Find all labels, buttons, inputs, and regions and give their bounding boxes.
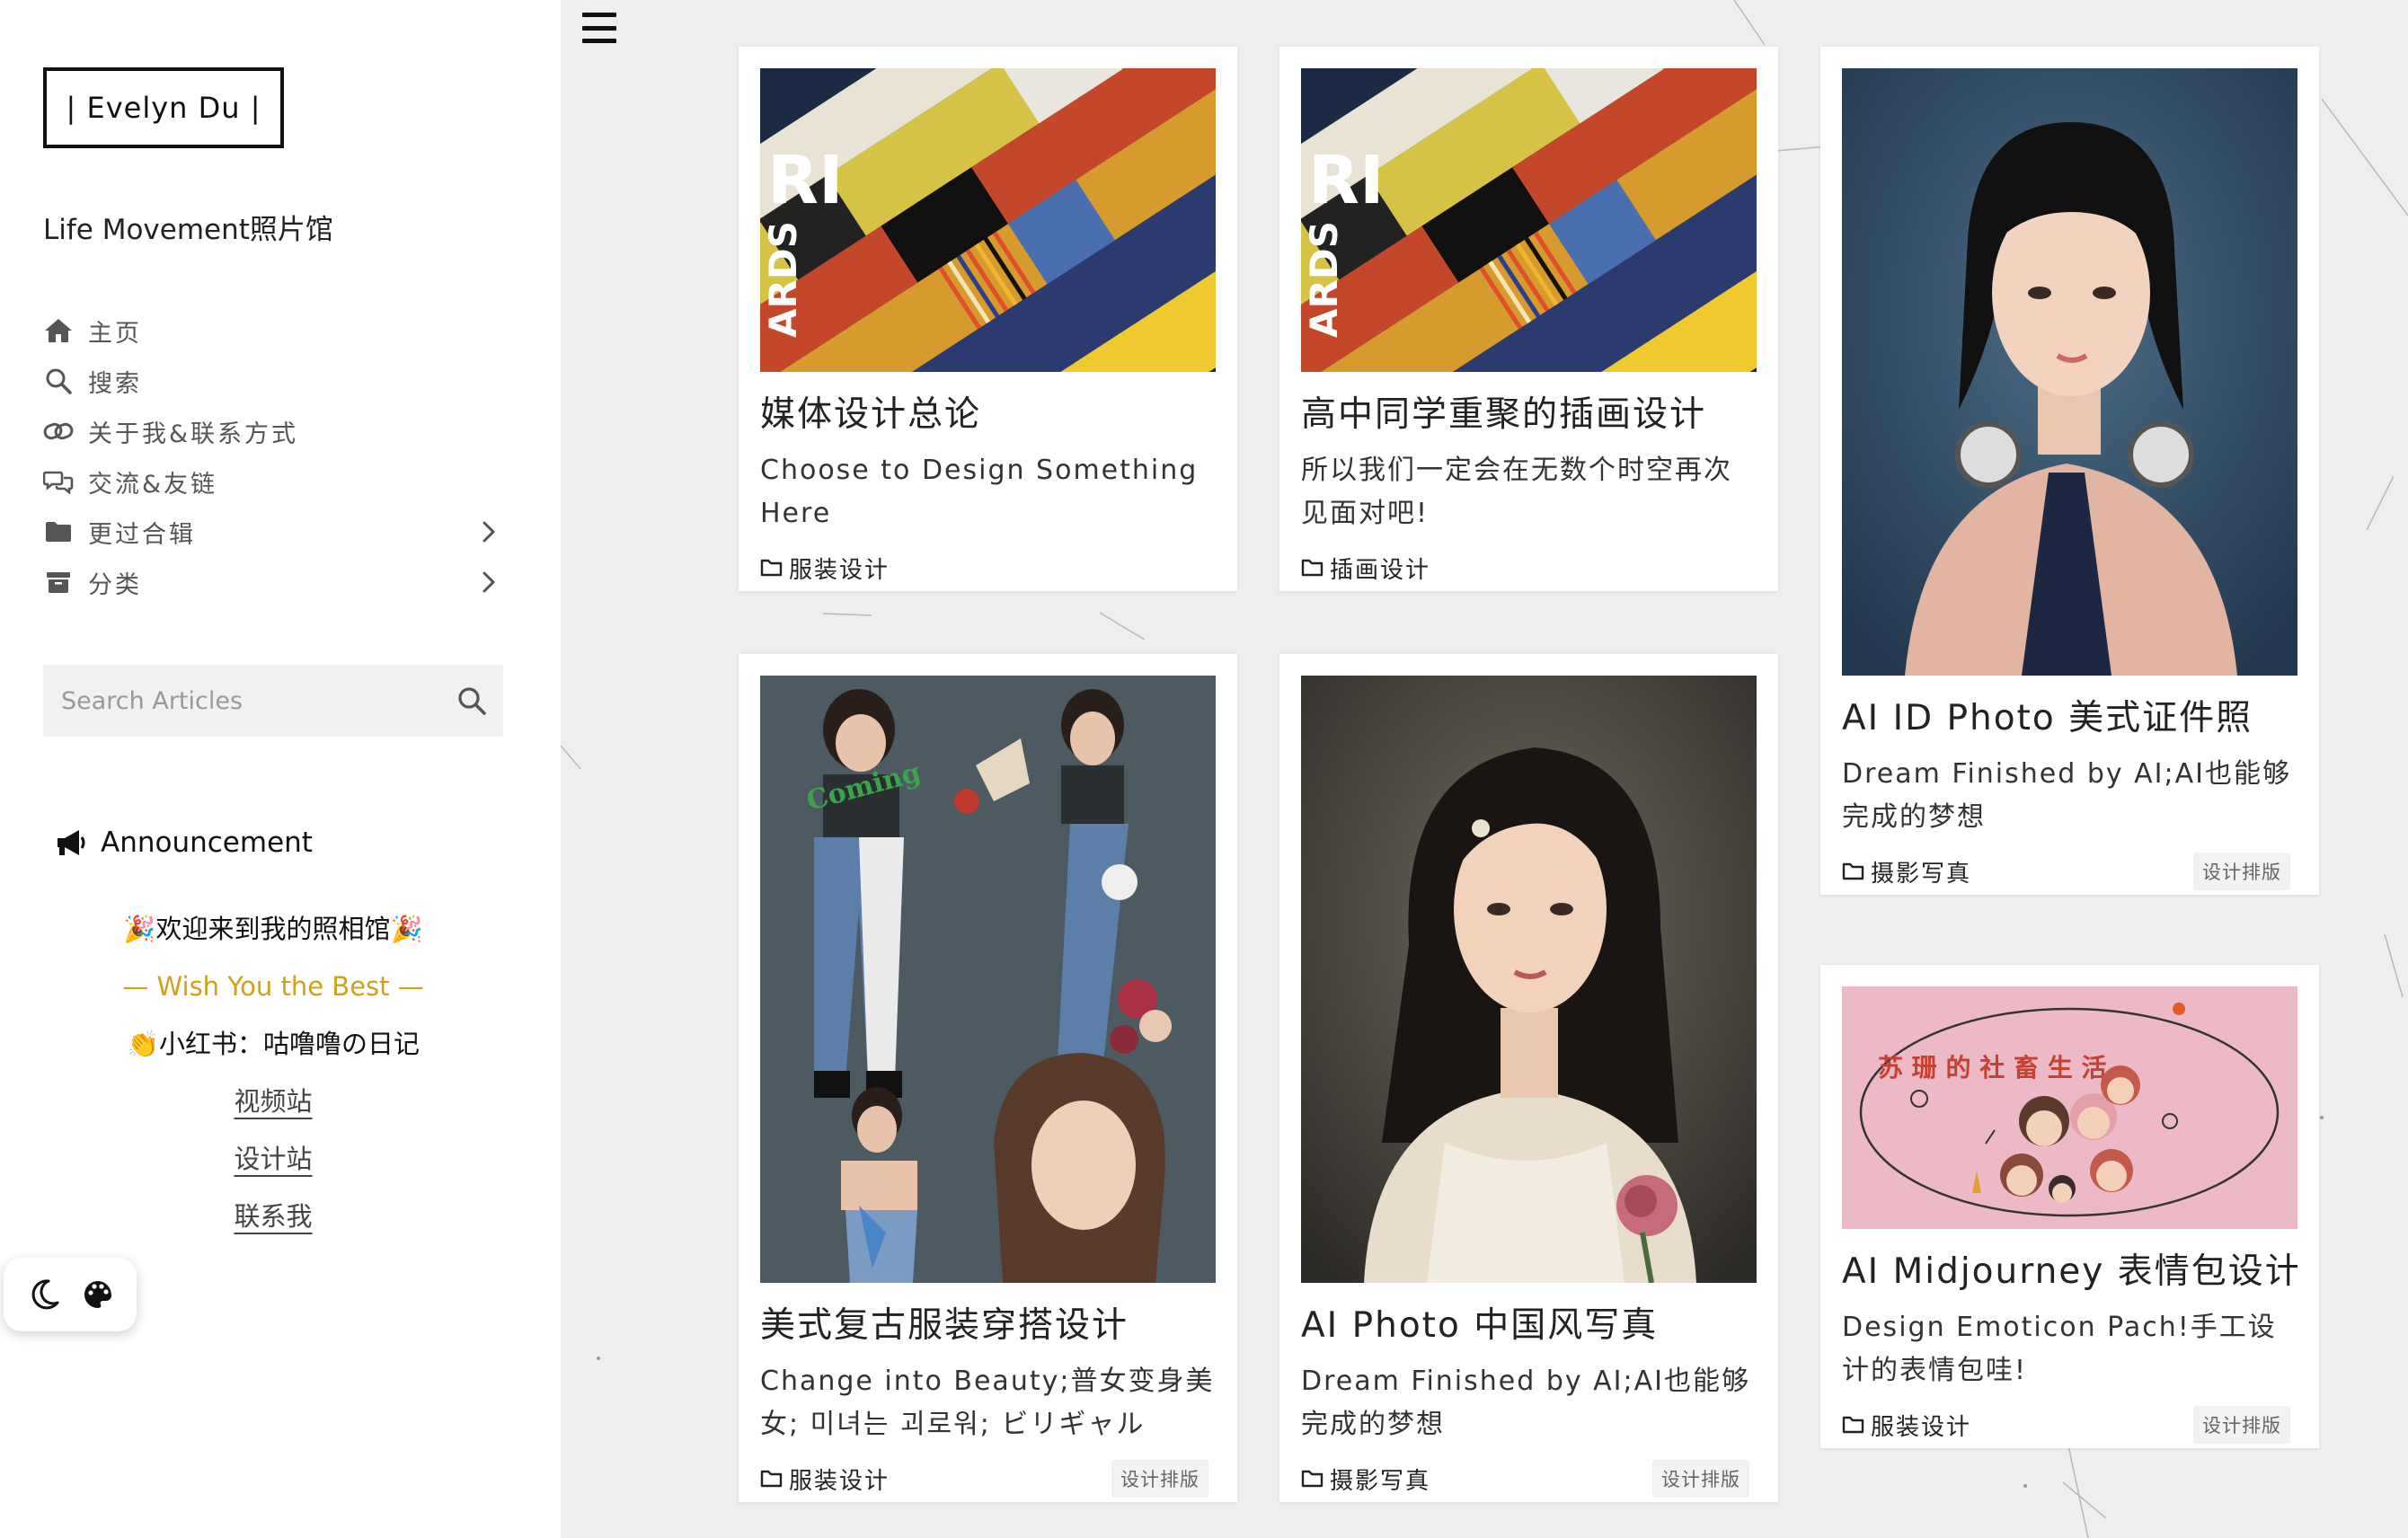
post-card[interactable]: RI ARDS 媒体设计总论 Choose to Design Somethin… <box>739 47 1237 591</box>
post-thumbnail[interactable]: Coming <box>760 676 1216 1283</box>
post-description: Design Emoticon Pach!手工设计的表情包哇! <box>1842 1312 2277 1386</box>
site-subtitle: Life Movement照片馆 <box>43 214 333 246</box>
svg-text:ARDS: ARDS <box>1302 221 1346 338</box>
post-description: Dream Finished by AI;AI也能够完成的梦想 <box>1301 1366 1750 1440</box>
folder-icon <box>1301 558 1324 578</box>
post-footer: 插画设计 <box>1301 544 1757 591</box>
announcement-body: 🎉欢迎来到我的照相馆🎉 — Wish You the Best — 👏小红书：咕… <box>43 900 503 1245</box>
post-thumbnail[interactable]: RI ARDS <box>1301 68 1757 372</box>
menu-item-friends[interactable]: 交流&友链 <box>43 456 501 507</box>
link-icon <box>43 416 74 446</box>
menu-item-collections[interactable]: 更过合辑 <box>43 507 501 557</box>
post-card[interactable]: AI ID Photo 美式证件照 Dream Finished by AI;A… <box>1820 47 2319 895</box>
category-label: 服装设计 <box>789 1467 890 1495</box>
folder-icon <box>760 558 783 578</box>
post-card[interactable]: RI ARDS 高中同学重聚的插画设计 所以我们一定会在无数个时空再次见面对吧!… <box>1279 47 1778 591</box>
announcement-welcome: 🎉欢迎来到我的照相馆🎉 <box>123 914 423 944</box>
post-category[interactable]: 插画设计 <box>1301 552 1430 585</box>
menu-label: 更过合辑 <box>88 520 196 549</box>
menu-toggle-button[interactable] <box>582 13 616 43</box>
menu-label: 交流&友链 <box>88 470 218 499</box>
folder-icon <box>760 1469 783 1489</box>
search-box <box>43 665 503 737</box>
post-footer: 服装设计 设计排版 <box>1842 1401 2297 1448</box>
chevron-right-icon[interactable] <box>476 519 501 544</box>
menu-item-categories[interactable]: 分类 <box>43 557 501 607</box>
megaphone-icon <box>56 828 88 857</box>
post-title[interactable]: AI Photo 中国风写真 <box>1301 1301 1757 1351</box>
site-logo[interactable]: | Evelyn Du | <box>43 67 284 148</box>
menu-item-about[interactable]: 关于我&联系方式 <box>43 406 501 456</box>
folder-icon <box>1842 1415 1865 1435</box>
post-title[interactable]: AI ID Photo 美式证件照 <box>1842 694 2297 744</box>
category-label: 插画设计 <box>1330 556 1431 584</box>
post-thumbnail[interactable] <box>1301 676 1757 1283</box>
post-tag[interactable]: 设计排版 <box>1652 1460 1749 1498</box>
category-label: 摄影写真 <box>1330 1467 1431 1495</box>
doodle-title-text: 苏 珊 的 社 畜 生 活 <box>1878 1053 2107 1083</box>
svg-text:RI: RI <box>1308 142 1385 219</box>
chat-icon <box>43 466 74 497</box>
main-content: RI ARDS 媒体设计总论 Choose to Design Somethin… <box>561 0 2408 1538</box>
palette-icon[interactable] <box>83 1279 113 1310</box>
post-title[interactable]: 高中同学重聚的插画设计 <box>1301 390 1757 440</box>
announcement-header: Announcement <box>56 826 313 859</box>
search-input[interactable] <box>59 685 456 716</box>
chevron-right-icon[interactable] <box>476 570 501 595</box>
post-title[interactable]: AI Midjourney 表情包设计 <box>1842 1247 2297 1297</box>
search-icon <box>43 366 74 396</box>
post-category[interactable]: 服装设计 <box>760 552 890 585</box>
moon-icon[interactable] <box>27 1277 61 1312</box>
post-title[interactable]: 美式复古服装穿搭设计 <box>760 1301 1216 1351</box>
search-icon[interactable] <box>456 685 487 716</box>
post-description: 所以我们一定会在无数个时空再次见面对吧! <box>1301 455 1732 529</box>
svg-text:ARDS: ARDS <box>761 221 805 338</box>
post-card[interactable]: 苏 珊 的 社 畜 生 活 AI Midjourney 表情包设计 Design… <box>1820 965 2319 1448</box>
contact-link[interactable]: 联系我 <box>234 1188 312 1245</box>
menu-label: 搜索 <box>88 369 142 398</box>
category-label: 服装设计 <box>789 556 890 584</box>
menu-label: 主页 <box>88 319 142 348</box>
post-card[interactable]: AI Photo 中国风写真 Dream Finished by AI;AI也能… <box>1279 654 1778 1502</box>
post-thumbnail[interactable]: RI ARDS <box>760 68 1216 372</box>
post-category[interactable]: 服装设计 <box>760 1463 890 1496</box>
announcement-title: Announcement <box>101 826 313 859</box>
announcement-xiaohongshu: 👏小红书：咕噜噜の日记 <box>126 1029 421 1059</box>
post-title[interactable]: 媒体设计总论 <box>760 390 1216 440</box>
post-footer: 摄影写真 设计排版 <box>1301 1455 1757 1502</box>
post-thumbnail[interactable] <box>1842 68 2297 676</box>
video-site-link[interactable]: 视频站 <box>234 1073 312 1130</box>
home-icon <box>43 315 74 346</box>
folder-icon <box>43 517 74 547</box>
post-category[interactable]: 摄影写真 <box>1842 855 1971 888</box>
announcement-wish: — Wish You the Best — <box>122 971 424 1002</box>
post-footer: 服装设计 设计排版 <box>760 1455 1216 1502</box>
post-description: Dream Finished by AI;AI也能够完成的梦想 <box>1842 758 2291 833</box>
menu-item-search[interactable]: 搜索 <box>43 356 501 406</box>
folder-icon <box>1842 862 1865 881</box>
post-footer: 摄影写真 设计排版 <box>1842 848 2297 895</box>
folder-icon <box>1301 1469 1324 1489</box>
design-site-link[interactable]: 设计站 <box>234 1130 312 1188</box>
archive-icon <box>43 567 74 597</box>
menu-label: 分类 <box>88 570 142 599</box>
category-label: 服装设计 <box>1871 1413 1972 1441</box>
post-thumbnail[interactable]: 苏 珊 的 社 畜 生 活 <box>1842 986 2297 1229</box>
post-description: Choose to Design Something Here <box>760 455 1199 529</box>
menu-label: 关于我&联系方式 <box>88 420 299 448</box>
post-card[interactable]: Coming 美式复古服装穿搭设计 Change into Beauty;普女变… <box>739 654 1237 1502</box>
post-description: Change into Beauty;普女变身美女; 미녀는 괴로워; ビリギャ… <box>760 1366 1215 1440</box>
sidebar-menu: 主页 搜索 关于我&联系方式 交流&友链 更过合辑 分类 <box>43 305 501 607</box>
post-category[interactable]: 服装设计 <box>1842 1409 1971 1442</box>
category-label: 摄影写真 <box>1871 860 1972 888</box>
menu-item-home[interactable]: 主页 <box>43 305 501 356</box>
svg-text:RI: RI <box>767 142 844 219</box>
post-footer: 服装设计 <box>760 544 1216 591</box>
post-tag[interactable]: 设计排版 <box>1111 1460 1208 1498</box>
post-tag[interactable]: 设计排版 <box>2193 853 2290 890</box>
post-category[interactable]: 摄影写真 <box>1301 1463 1430 1496</box>
sidebar: | Evelyn Du | Life Movement照片馆 主页 搜索 关于我… <box>0 0 561 1538</box>
theme-switcher <box>4 1258 137 1331</box>
post-tag[interactable]: 设计排版 <box>2193 1406 2290 1444</box>
